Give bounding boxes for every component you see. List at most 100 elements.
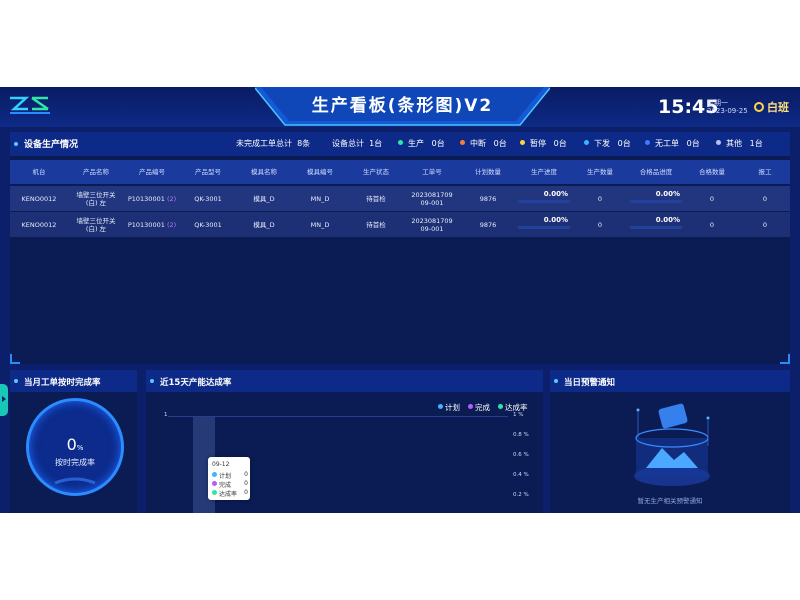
cell-report: 0 xyxy=(762,194,768,203)
grid-line xyxy=(168,416,508,417)
col-progress: 生产进度 xyxy=(531,168,557,176)
cell-progress: 0.00% xyxy=(543,216,568,224)
cell-product-code: P10130001 (2) xyxy=(127,194,177,203)
unfinished-orders: 未完成工单总计 8条 xyxy=(236,139,311,148)
y-tick-right: 1 % xyxy=(513,412,524,418)
capacity-panel-header: 近15天产能达成率 xyxy=(146,370,543,392)
bullet-icon xyxy=(14,142,18,146)
top-bar: 生产看板(条形图)V2 15:45 星期一 2023-09-25 白班 xyxy=(0,87,800,127)
col-mold-name: 模具名称 xyxy=(251,168,277,176)
empty-notice-icon xyxy=(634,403,710,486)
shift-label: 白班 xyxy=(767,101,789,114)
capacity-panel: 近15天产能达成率 计划 完成 达成率 1 1 % 0.8 % 0.6 % 0.… xyxy=(146,370,543,513)
cell-status: 待首检 xyxy=(366,194,386,203)
col-machine: 机台 xyxy=(32,168,46,176)
tooltip-row: 计划 0 xyxy=(212,471,248,480)
col-product-name: 产品名称 xyxy=(83,168,109,176)
cell-machine: KENO0012 xyxy=(21,194,57,203)
side-expand-handle[interactable] xyxy=(0,384,8,416)
equipment-panel-header: 设备生产情况 未完成工单总计 8条 设备总计 1台 生产 0台 中断 0台 暂停… xyxy=(10,132,790,156)
table-header: 机台 产品名称 产品编号 产品型号 模具名称 模具编号 生产状态 工单号 计划数… xyxy=(10,160,790,184)
wave-icon xyxy=(54,477,96,485)
col-produced-qty: 生产数量 xyxy=(587,168,613,176)
cell-mold-code: MN_D xyxy=(310,220,330,229)
date: 2023-09-25 xyxy=(707,107,748,115)
col-product-code: 产品编号 xyxy=(139,168,165,176)
cell-model: QK-3001 xyxy=(194,220,222,229)
panel-title: 设备生产情况 xyxy=(24,140,79,150)
col-report: 报工 xyxy=(758,168,772,176)
empty-notice-text: 暂无生产相关预警通知 xyxy=(637,497,703,505)
panel-title: 当日预警通知 xyxy=(564,378,616,388)
legend-dot-icon xyxy=(438,404,443,409)
tooltip-row: 完成 0 xyxy=(212,480,248,489)
alert-panel: 当日预警通知 暂无生产相关预警通知 xyxy=(550,370,790,513)
progress-bar xyxy=(518,200,570,203)
bullet-icon xyxy=(554,379,558,383)
col-order-no: 工单号 xyxy=(422,168,442,176)
cell-machine: KENO0012 xyxy=(21,220,57,229)
status-dot-icon xyxy=(645,140,650,145)
cell-product-name: 墙壁三位开关(白) 左 xyxy=(76,216,116,233)
legend-dot-icon xyxy=(498,404,503,409)
tooltip-row: 达成率 0 xyxy=(212,489,248,498)
table-row[interactable]: KENO0012 墙壁三位开关(白) 左 P10130001 (2) QK-30… xyxy=(10,186,790,211)
cell-mold-name: 模具_D xyxy=(253,194,275,203)
status-no-order: 无工单 0台 xyxy=(645,138,700,149)
shift-indicator: 白班 xyxy=(754,99,789,115)
col-plan-qty: 计划数量 xyxy=(475,168,501,176)
equipment-total: 设备总计 1台 xyxy=(332,139,383,148)
cell-model: QK-3001 xyxy=(194,194,222,203)
page-title: 生产看板(条形图)V2 xyxy=(311,96,494,116)
completion-gauge: 0% 按时完成率 xyxy=(26,398,124,496)
cell-product-code: P10130001 (2) xyxy=(127,220,177,229)
monthly-panel-header: 当月工单按时完成率 xyxy=(10,370,137,392)
status-other: 其他 1台 xyxy=(716,138,763,149)
qualified-progress-bar xyxy=(630,200,682,203)
status-paused: 暂停 0台 xyxy=(520,138,567,149)
status-dot-icon xyxy=(460,140,465,145)
col-qualified-progress: 合格品进度 xyxy=(639,168,673,176)
cell-plan-qty: 9876 xyxy=(479,194,497,203)
cell-mold-name: 模具_D xyxy=(253,220,275,229)
cell-plan-qty: 9876 xyxy=(479,220,497,229)
cell-product-name: 墙壁三位开关(白) 左 xyxy=(76,190,116,207)
y-tick-left: 1 xyxy=(164,412,168,418)
qualified-progress-bar xyxy=(630,226,682,229)
cell-order-no: 2023081709 09-001 xyxy=(411,216,453,233)
legend-plan[interactable]: 计划 xyxy=(438,402,460,413)
logo-icon xyxy=(10,96,50,114)
cell-mold-code: MN_D xyxy=(310,194,330,203)
panel-title: 近15天产能达成率 xyxy=(160,378,232,388)
col-qualified-qty: 合格数量 xyxy=(699,168,725,176)
alert-panel-header: 当日预警通知 xyxy=(550,370,790,392)
legend-complete[interactable]: 完成 xyxy=(468,402,490,413)
cell-produced-qty: 0 xyxy=(597,194,603,203)
product-tag: (2) xyxy=(166,194,177,203)
tooltip-date: 09-12 xyxy=(212,461,230,468)
y-tick-right: 0.4 % xyxy=(513,472,529,478)
dashboard-screen: 生产看板(条形图)V2 15:45 星期一 2023-09-25 白班 设备生产… xyxy=(0,87,800,513)
bullet-icon xyxy=(14,379,18,383)
status-dot-icon xyxy=(716,140,721,145)
panel-title: 当月工单按时完成率 xyxy=(24,378,101,388)
product-tag: (2) xyxy=(166,220,177,229)
table-row[interactable]: KENO0012 墙壁三位开关(白) 左 P10130001 (2) QK-30… xyxy=(10,212,790,237)
chevron-right-icon xyxy=(2,396,6,402)
y-tick-right: 0.2 % xyxy=(513,492,529,498)
status-production: 生产 0台 xyxy=(398,138,445,149)
status-dot-icon xyxy=(584,140,589,145)
y-tick-right: 0.6 % xyxy=(513,452,529,458)
y-tick-right: 0.8 % xyxy=(513,432,529,438)
cell-progress: 0.00% xyxy=(543,190,568,198)
progress-bar xyxy=(518,226,570,229)
status-interrupted: 中断 0台 xyxy=(460,138,507,149)
col-model: 产品型号 xyxy=(195,168,221,176)
status-issued: 下发 0台 xyxy=(584,138,631,149)
cell-report: 0 xyxy=(762,220,768,229)
legend-dot-icon xyxy=(468,404,473,409)
col-status: 生产状态 xyxy=(363,168,389,176)
bullet-icon xyxy=(150,379,154,383)
status-dot-icon xyxy=(520,140,525,145)
sun-icon xyxy=(754,102,764,112)
